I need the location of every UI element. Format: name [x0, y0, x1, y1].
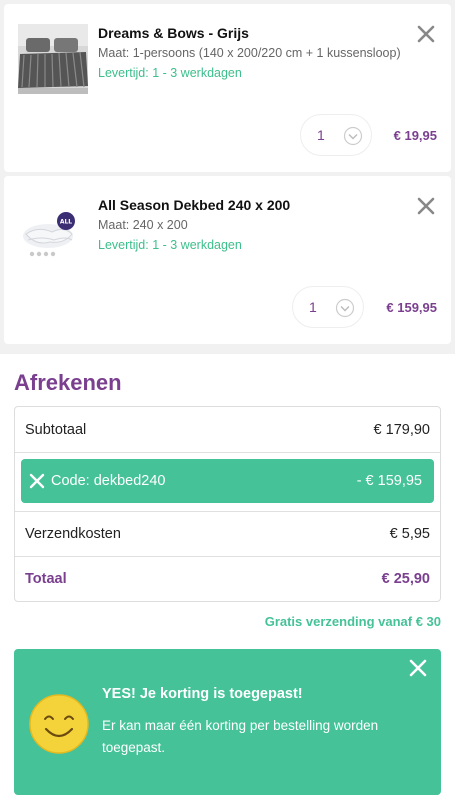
discount-notification: YES! Je korting is toegepast! Er kan maa…	[14, 649, 441, 795]
item-price: € 19,95	[393, 128, 437, 143]
quantity-select[interactable]: 1	[292, 286, 364, 328]
discount-value: - € 159,95	[356, 473, 422, 489]
free-shipping-note: Gratis verzending vanaf € 30	[264, 614, 441, 629]
discount-code-label: Code: dekbed240	[51, 473, 166, 489]
close-icon[interactable]	[29, 473, 45, 489]
product-image: ALL	[18, 196, 88, 266]
total-label: Totaal	[25, 571, 67, 587]
shipping-value: € 5,95	[389, 526, 430, 542]
close-icon[interactable]	[409, 659, 427, 677]
product-name[interactable]: Dreams & Bows - Grijs	[98, 25, 249, 41]
shipping-row: Verzendkosten € 5,95	[15, 511, 440, 557]
order-summary: Subtotaal € 179,90 Code: dekbed240 - € 1…	[14, 406, 441, 602]
close-icon[interactable]	[415, 23, 437, 45]
delivery-time: Levertijd: 1 - 3 werkdagen	[98, 66, 242, 80]
quantity-select[interactable]: 1	[300, 114, 372, 156]
product-image	[18, 24, 88, 94]
delivery-time: Levertijd: 1 - 3 werkdagen	[98, 238, 242, 252]
total-row: Totaal € 25,90	[15, 557, 440, 601]
cart-items-area: Dreams & Bows - Grijs Maat: 1-persoons (…	[0, 0, 455, 354]
chevron-down-icon	[335, 298, 355, 318]
cart-item: Dreams & Bows - Grijs Maat: 1-persoons (…	[4, 4, 451, 172]
close-icon[interactable]	[415, 195, 437, 217]
notification-heading: YES! Je korting is toegepast!	[102, 686, 303, 702]
shipping-label: Verzendkosten	[25, 526, 121, 542]
subtotal-row: Subtotaal € 179,90	[15, 407, 440, 453]
item-price: € 159,95	[386, 300, 437, 315]
product-name[interactable]: All Season Dekbed 240 x 200	[98, 197, 290, 213]
subtotal-label: Subtotaal	[25, 421, 87, 438]
product-badge-text: ALL	[60, 219, 72, 226]
chevron-down-icon	[343, 126, 363, 146]
cart-item: ALL All Season Dekbed 240 x 200 Maat: 24…	[4, 176, 451, 344]
checkout-title: Afrekenen	[14, 370, 122, 395]
product-size: Maat: 1-persoons (140 x 200/220 cm + 1 k…	[98, 46, 401, 60]
subtotal-value: € 179,90	[373, 421, 430, 438]
quantity-value: 1	[309, 299, 317, 315]
product-size: Maat: 240 x 200	[98, 218, 188, 232]
total-value: € 25,90	[381, 571, 430, 587]
smiley-icon	[29, 694, 89, 754]
discount-code-bar: Code: dekbed240 - € 159,95	[21, 459, 434, 503]
quantity-value: 1	[317, 127, 325, 143]
notification-message: Er kan maar één korting per bestelling w…	[102, 718, 379, 755]
